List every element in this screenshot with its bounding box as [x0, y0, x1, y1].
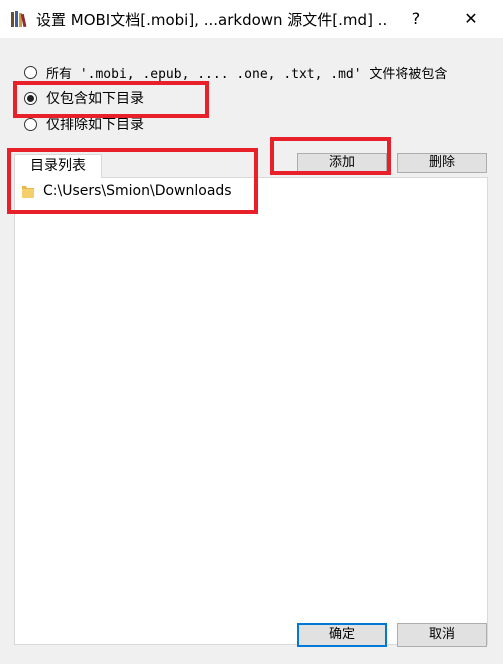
close-button[interactable]: ✕ [456, 6, 486, 32]
delete-button[interactable]: 删除 [397, 153, 487, 173]
radio-all[interactable] [24, 65, 37, 79]
books-icon [11, 11, 27, 28]
dialog-body: 所有 '.mobi, .epub, .... .one, .txt, .md' … [0, 38, 503, 664]
cancel-button[interactable]: 取消 [397, 623, 487, 647]
directory-list[interactable]: C:\Users\Smion\Downloads [14, 177, 488, 645]
highlight-directory-entry [7, 148, 258, 214]
help-button[interactable]: ? [404, 6, 428, 32]
radio-exclude[interactable] [24, 117, 37, 131]
title-bar: 设置 MOBI文档[.mobi], ...arkdown 源文件[.md] ..… [0, 0, 503, 38]
window-title: 设置 MOBI文档[.mobi], ...arkdown 源文件[.md] ..… [36, 11, 386, 29]
ok-button[interactable]: 确定 [297, 623, 387, 647]
option-all-label: 所有 '.mobi, .epub, .... .one, .txt, .md' … [46, 66, 448, 82]
highlight-include-option [13, 81, 209, 118]
option-all[interactable]: 所有 '.mobi, .epub, .... .one, .txt, .md' … [24, 61, 447, 83]
highlight-add-button [270, 137, 391, 175]
